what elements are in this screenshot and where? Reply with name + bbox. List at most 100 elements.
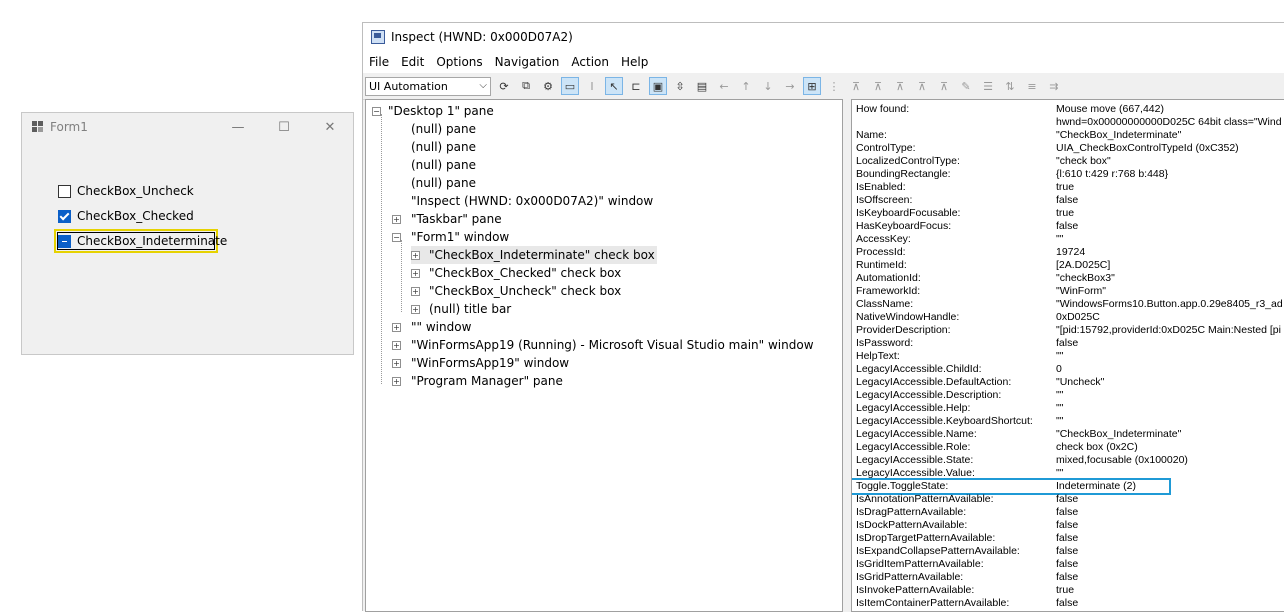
tree-node[interactable]: + "WinFormsApp19 (Running) - Microsoft V… bbox=[392, 336, 814, 354]
minimize-button[interactable]: — bbox=[215, 113, 261, 141]
tree-node[interactable]: − "Desktop 1" pane bbox=[372, 102, 494, 120]
property-name: LegacyIAccessible.Description: bbox=[856, 389, 1002, 401]
tree-view-icon[interactable]: ⊞ bbox=[803, 77, 821, 95]
property-value: Indeterminate (2) bbox=[1056, 480, 1136, 492]
checkbox-indeterminate-icon bbox=[58, 234, 71, 248]
tree-node[interactable]: + (null) title bar bbox=[411, 300, 511, 318]
inspect-titlebar[interactable]: Inspect (HWND: 0x000D07A2) bbox=[363, 23, 1284, 51]
tree-node[interactable]: "Inspect (HWND: 0x000D07A2)" window bbox=[411, 192, 653, 210]
tree-node[interactable]: (null) pane bbox=[411, 156, 476, 174]
close-button[interactable]: ✕ bbox=[307, 113, 353, 141]
sort-icon[interactable]: ⇅ bbox=[1001, 77, 1019, 95]
property-name: IsPassword: bbox=[856, 337, 914, 349]
tree-node[interactable]: + "CheckBox_Uncheck" check box bbox=[411, 282, 621, 300]
maximize-button[interactable]: ☐ bbox=[261, 113, 307, 141]
expand-icon[interactable]: ⇳ bbox=[671, 77, 689, 95]
tree-node[interactable]: + "WinFormsApp19" window bbox=[392, 354, 569, 372]
menu-edit[interactable]: Edit bbox=[395, 55, 430, 69]
navigate-last-child-icon[interactable]: ⊼ bbox=[913, 77, 931, 95]
checkbox-checked[interactable]: CheckBox_Checked bbox=[58, 207, 194, 225]
property-value: "" bbox=[1056, 389, 1064, 401]
back-arrow-icon[interactable]: ← bbox=[715, 77, 733, 95]
pane-splitter[interactable] bbox=[843, 99, 851, 612]
expand-icon[interactable]: + bbox=[392, 377, 401, 386]
down-arrow-icon[interactable]: ↓ bbox=[759, 77, 777, 95]
more-icon[interactable]: ⇉ bbox=[1045, 77, 1063, 95]
tree-node[interactable]: + "Program Manager" pane bbox=[392, 372, 563, 390]
menu-navigation[interactable]: Navigation bbox=[489, 55, 566, 69]
tree-node-label: (null) pane bbox=[411, 158, 477, 172]
property-name: AccessKey: bbox=[856, 233, 911, 245]
tree-node[interactable]: + "Taskbar" pane bbox=[392, 210, 502, 228]
options-icon[interactable]: ☰ bbox=[979, 77, 997, 95]
forward-arrow-icon[interactable]: → bbox=[781, 77, 799, 95]
inspect-app-icon bbox=[371, 30, 385, 44]
caret-icon[interactable]: I bbox=[583, 77, 601, 95]
watch-focus-icon[interactable]: ⊏ bbox=[627, 77, 645, 95]
property-name: IsDockPatternAvailable: bbox=[856, 519, 968, 531]
menu-options[interactable]: Options bbox=[430, 55, 488, 69]
property-value: [2A.D025C] bbox=[1056, 259, 1111, 271]
form1-titlebar[interactable]: Form1 — ☐ ✕ bbox=[22, 113, 353, 141]
tree-node-label: "Taskbar" pane bbox=[411, 212, 502, 226]
navigate-parent-icon[interactable]: ⋮ bbox=[825, 77, 843, 95]
collapse-icon[interactable]: − bbox=[372, 107, 381, 116]
property-name: LegacyIAccessible.KeyboardShortcut: bbox=[856, 415, 1033, 427]
property-name: HasKeyboardFocus: bbox=[856, 220, 952, 232]
property-value: {l:610 t:429 r:768 b:448} bbox=[1056, 168, 1169, 180]
property-name: HelpText: bbox=[856, 350, 900, 362]
expand-icon[interactable]: + bbox=[411, 251, 420, 260]
tree-node[interactable]: − "Form1" window bbox=[392, 228, 509, 246]
property-value: "" bbox=[1056, 402, 1064, 414]
keyboard-icon[interactable]: ▤ bbox=[693, 77, 711, 95]
navigate-first-child-icon[interactable]: ⊼ bbox=[847, 77, 865, 95]
up-arrow-icon[interactable]: ↑ bbox=[737, 77, 755, 95]
menu-help[interactable]: Help bbox=[615, 55, 654, 69]
expand-icon[interactable]: + bbox=[392, 323, 401, 332]
form1-window: Form1 — ☐ ✕ CheckBox_Uncheck CheckBox_Ch… bbox=[21, 112, 354, 355]
mode-select[interactable]: UI Automation ⌵ bbox=[365, 76, 491, 96]
navigate-prev-sibling-icon[interactable]: ⊼ bbox=[891, 77, 909, 95]
expand-icon[interactable]: + bbox=[392, 359, 401, 368]
property-value: false bbox=[1056, 194, 1079, 206]
tree-node-selected[interactable]: + "CheckBox_Indeterminate" check box bbox=[411, 246, 657, 264]
property-value: false bbox=[1056, 493, 1079, 505]
properties-pane[interactable]: How found: Mouse move (667,442) hwnd=0x000… bbox=[851, 99, 1284, 612]
property-name: Toggle.ToggleState: bbox=[856, 480, 949, 492]
element-tree[interactable]: − "Desktop 1" pane (null) pane (null) pa… bbox=[365, 99, 843, 612]
expand-icon[interactable]: + bbox=[392, 215, 401, 224]
expand-icon[interactable]: + bbox=[411, 287, 420, 296]
highlight-icon[interactable]: ⊼ bbox=[935, 77, 953, 95]
tree-node[interactable]: (null) pane bbox=[411, 138, 476, 156]
show-tooltip-icon[interactable]: ▣ bbox=[649, 77, 667, 95]
tree-node[interactable]: (null) pane bbox=[411, 174, 476, 192]
toolbar: UI Automation ⌵ ⟳ ⧉ ⚙ ▭ I ↖ ⊏ ▣ ⇳ ▤ ← ↑ … bbox=[363, 73, 1284, 100]
property-name: LegacyIAccessible.DefaultAction: bbox=[856, 376, 1012, 388]
checkbox-checked-icon bbox=[58, 209, 71, 223]
refresh-icon[interactable]: ⟳ bbox=[495, 77, 513, 95]
copy-icon[interactable]: ⧉ bbox=[517, 77, 535, 95]
filter-icon[interactable]: ≡ bbox=[1023, 77, 1041, 95]
property-value: "" bbox=[1056, 233, 1064, 245]
property-value: "Uncheck" bbox=[1056, 376, 1105, 388]
show-highlight-rectangle-icon[interactable]: ▭ bbox=[561, 77, 579, 95]
tree-node-label: (null) title bar bbox=[429, 302, 512, 316]
property-value: check box (0x2C) bbox=[1056, 441, 1138, 453]
tree-node[interactable]: + "" window bbox=[392, 318, 471, 336]
expand-icon[interactable]: + bbox=[392, 341, 401, 350]
menu-action[interactable]: Action bbox=[565, 55, 615, 69]
settings-icon[interactable]: ⚙ bbox=[539, 77, 557, 95]
watch-cursor-icon[interactable]: ↖ bbox=[605, 77, 623, 95]
checkbox-uncheck[interactable]: CheckBox_Uncheck bbox=[58, 182, 194, 200]
tree-node[interactable]: (null) pane bbox=[411, 120, 476, 138]
expand-icon[interactable]: + bbox=[411, 269, 420, 278]
collapse-icon[interactable]: − bbox=[392, 233, 401, 242]
checkbox-indeterminate[interactable]: CheckBox_Indeterminate bbox=[58, 232, 227, 250]
menu-file[interactable]: File bbox=[363, 55, 395, 69]
property-value: false bbox=[1056, 571, 1079, 583]
tree-node[interactable]: + "CheckBox_Checked" check box bbox=[411, 264, 621, 282]
expand-icon[interactable]: + bbox=[411, 305, 420, 314]
navigate-next-sibling-icon[interactable]: ⊼ bbox=[869, 77, 887, 95]
property-name: IsInvokePatternAvailable: bbox=[856, 584, 975, 596]
toggle-icon[interactable]: ✎ bbox=[957, 77, 975, 95]
